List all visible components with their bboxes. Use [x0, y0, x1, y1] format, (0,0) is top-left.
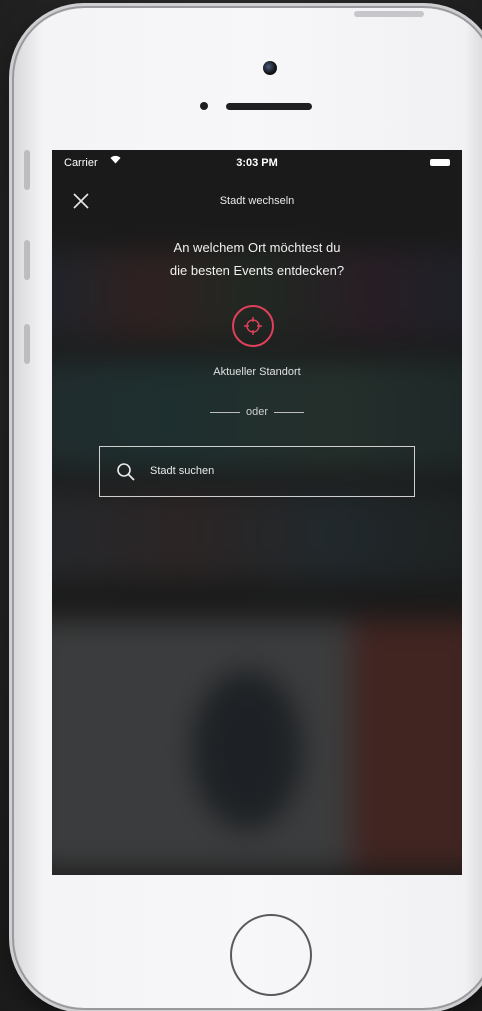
battery-icon [430, 159, 450, 166]
or-separator: oder [52, 406, 462, 418]
status-time: 3:03 PM [236, 157, 278, 169]
question-line-1: An welchem Ort möchtest du [173, 240, 341, 255]
current-location-button[interactable] [232, 305, 274, 347]
search-placeholder: Stadt suchen [150, 465, 215, 477]
location-question: An welchem Ort möchtest du die besten Ev… [52, 236, 462, 282]
separator-line-right [274, 411, 305, 413]
current-location-label[interactable]: Aktueller Standort [52, 366, 462, 378]
city-search-input[interactable]: Stadt suchen [99, 446, 415, 497]
crosshair-icon [244, 317, 262, 335]
mute-switch [24, 150, 30, 190]
app-screen: Carrier 3:03 PM Stadt wechseln An welche… [52, 150, 462, 875]
question-line-2: die besten Events entdecken? [169, 263, 345, 278]
front-camera [263, 61, 277, 75]
volume-down-button [24, 324, 30, 364]
search-icon [117, 463, 135, 481]
status-bar: Carrier 3:03 PM [52, 150, 462, 174]
separator-line-left [209, 411, 240, 413]
page-title: Stadt wechseln [219, 195, 295, 207]
proximity-sensor [200, 102, 208, 110]
volume-up-button [24, 240, 30, 280]
power-button [354, 11, 424, 17]
or-label: oder [245, 406, 269, 418]
earpiece-speaker [226, 103, 312, 110]
home-button[interactable] [230, 914, 312, 996]
